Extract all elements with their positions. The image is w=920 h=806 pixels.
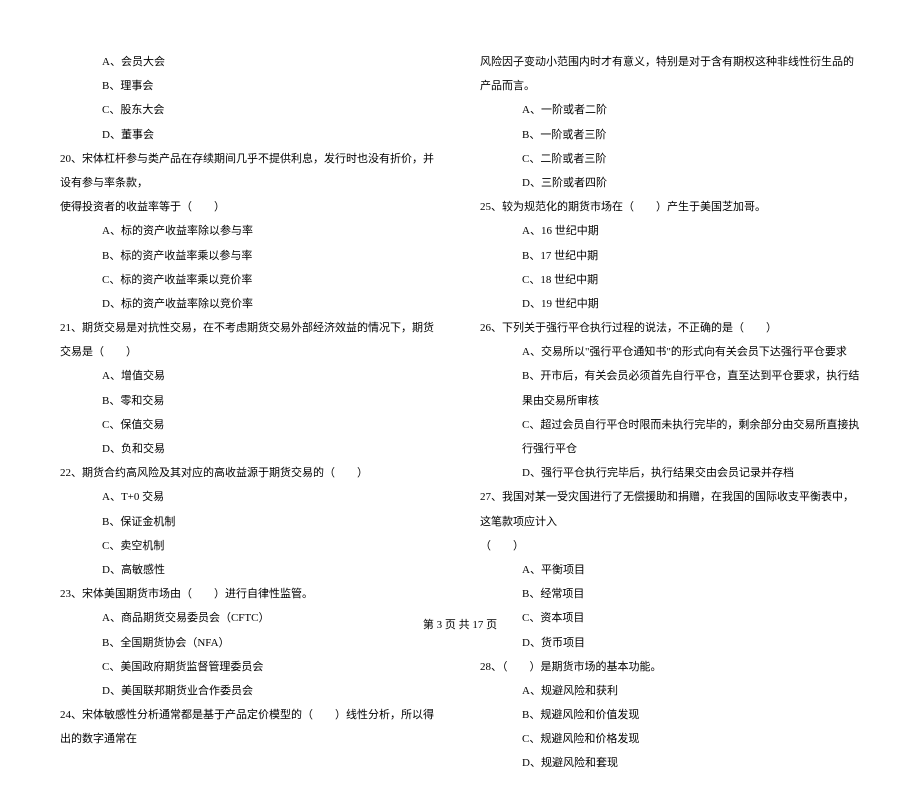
question-text: 28、（ ）是期货市场的基本功能。	[480, 655, 860, 679]
option-text: B、保证金机制	[60, 510, 440, 534]
option-text: B、17 世纪中期	[480, 244, 860, 268]
question-text: 26、下列关于强行平仓执行过程的说法，不正确的是（ ）	[480, 316, 860, 340]
question-text: 24、宋体敏感性分析通常都是基于产品定价模型的（ ）线性分析，所以得出的数字通常…	[60, 703, 440, 751]
question-text: 25、较为规范化的期货市场在（ ）产生于美国芝加哥。	[480, 195, 860, 219]
option-text: D、美国联邦期货业合作委员会	[60, 679, 440, 703]
option-text: D、标的资产收益率除以竞价率	[60, 292, 440, 316]
option-text: B、经常项目	[480, 582, 860, 606]
option-text: B、标的资产收益率乘以参与率	[60, 244, 440, 268]
page-content: A、会员大会B、理事会C、股东大会D、董事会20、宋体杠杆参与类产品在存续期间几…	[0, 0, 920, 806]
question-text: 27、我国对某一受灾国进行了无偿援助和捐赠，在我国的国际收支平衡表中，这笔款项应…	[480, 485, 860, 533]
question-text: 22、期货合约高风险及其对应的高收益源于期货交易的（ ）	[60, 461, 440, 485]
question-text: 21、期货交易是对抗性交易，在不考虑期货交易外部经济效益的情况下，期货交易是（ …	[60, 316, 440, 364]
left-column: A、会员大会B、理事会C、股东大会D、董事会20、宋体杠杆参与类产品在存续期间几…	[60, 50, 440, 776]
option-text: D、高敏感性	[60, 558, 440, 582]
question-text: 风险因子变动小范围内时才有意义，特别是对于含有期权这种非线性衍生品的产品而言。	[480, 50, 860, 98]
option-text: C、美国政府期货监督管理委员会	[60, 655, 440, 679]
option-text: A、交易所以"强行平仓通知书"的形式向有关会员下达强行平仓要求	[480, 340, 860, 364]
option-text: A、规避风险和获利	[480, 679, 860, 703]
option-text: A、增值交易	[60, 364, 440, 388]
question-text: 23、宋体美国期货市场由（ ）进行自律性监管。	[60, 582, 440, 606]
option-text: D、董事会	[60, 123, 440, 147]
option-text: A、标的资产收益率除以参与率	[60, 219, 440, 243]
option-text: D、货币项目	[480, 631, 860, 655]
question-text: 使得投资者的收益率等于（ ）	[60, 195, 440, 219]
option-text: B、一阶或者三阶	[480, 123, 860, 147]
option-text: A、一阶或者二阶	[480, 98, 860, 122]
option-text: A、T+0 交易	[60, 485, 440, 509]
option-text: C、规避风险和价格发现	[480, 727, 860, 751]
option-text: D、三阶或者四阶	[480, 171, 860, 195]
option-text: C、卖空机制	[60, 534, 440, 558]
option-text: D、强行平仓执行完毕后，执行结果交由会员记录并存档	[480, 461, 860, 485]
option-text: A、会员大会	[60, 50, 440, 74]
option-text: C、18 世纪中期	[480, 268, 860, 292]
option-text: B、全国期货协会（NFA）	[60, 631, 440, 655]
option-text: C、标的资产收益率乘以竞价率	[60, 268, 440, 292]
option-text: B、规避风险和价值发现	[480, 703, 860, 727]
option-text: B、零和交易	[60, 389, 440, 413]
question-text: （ ）	[480, 534, 860, 558]
option-text: B、理事会	[60, 74, 440, 98]
option-text: B、开市后，有关会员必须首先自行平仓，直至达到平仓要求，执行结果由交易所审核	[480, 364, 860, 412]
option-text: A、16 世纪中期	[480, 219, 860, 243]
option-text: A、平衡项目	[480, 558, 860, 582]
option-text: C、二阶或者三阶	[480, 147, 860, 171]
option-text: D、规避风险和套现	[480, 751, 860, 775]
right-column: 风险因子变动小范围内时才有意义，特别是对于含有期权这种非线性衍生品的产品而言。A…	[480, 50, 860, 776]
page-footer: 第 3 页 共 17 页	[0, 616, 920, 632]
option-text: C、保值交易	[60, 413, 440, 437]
option-text: D、19 世纪中期	[480, 292, 860, 316]
option-text: C、超过会员自行平仓时限而未执行完毕的，剩余部分由交易所直接执行强行平仓	[480, 413, 860, 461]
question-text: 20、宋体杠杆参与类产品在存续期间几乎不提供利息，发行时也没有折价，并设有参与率…	[60, 147, 440, 195]
option-text: C、股东大会	[60, 98, 440, 122]
option-text: D、负和交易	[60, 437, 440, 461]
